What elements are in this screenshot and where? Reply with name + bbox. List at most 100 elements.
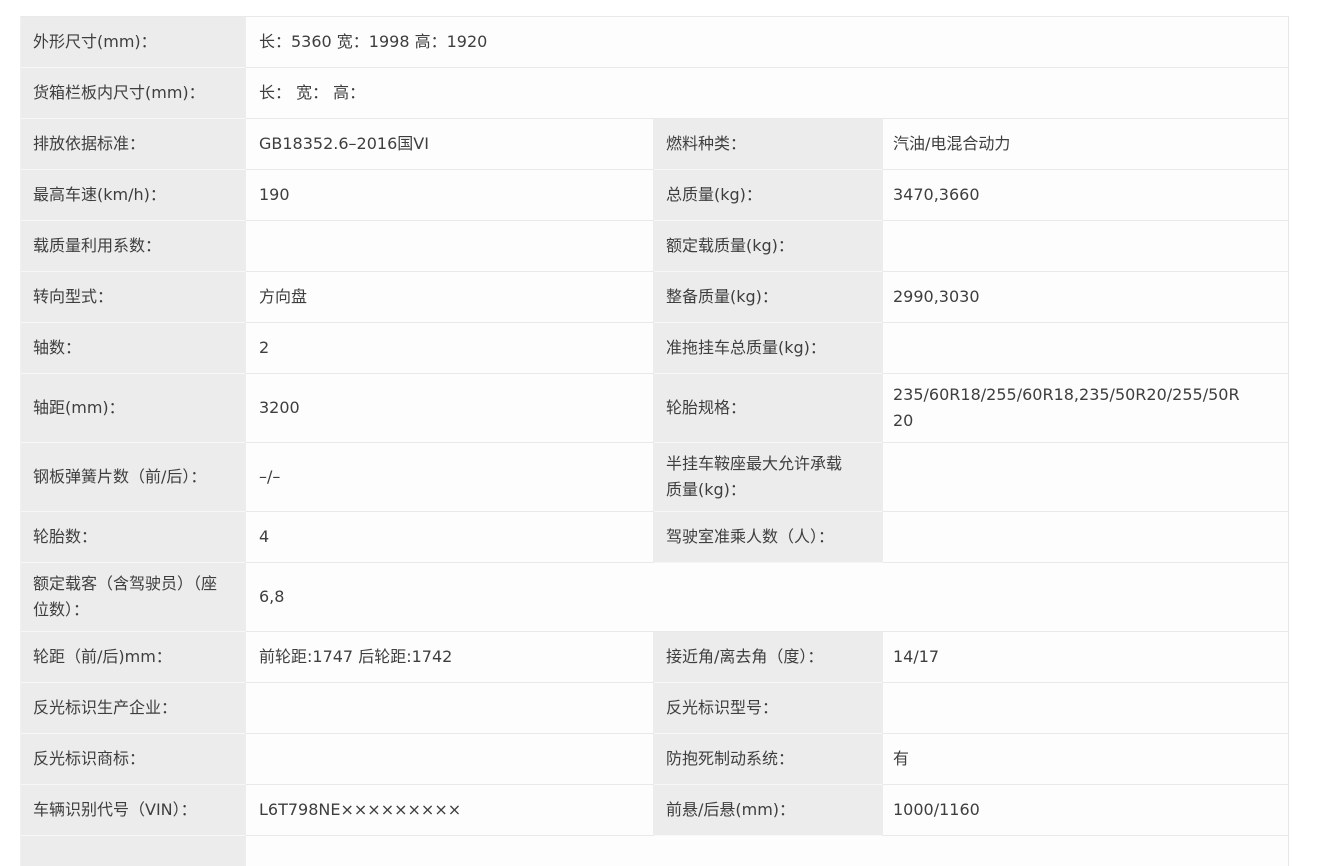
spec-label: 半挂车鞍座最大允许承载质量(kg)：	[654, 443, 883, 512]
table-row: 转向型式： 方向盘 整备质量(kg)： 2990,3030	[21, 272, 1288, 323]
cell-text: 轮胎数：	[33, 527, 98, 546]
cell-text: 驾驶室准乘人数（人）：	[666, 527, 835, 546]
cell-text: 前悬/后悬(mm)：	[666, 800, 796, 819]
spec-label: 总质量(kg)：	[654, 170, 883, 221]
spec-label: 轮胎规格：	[654, 374, 883, 443]
spec-label: 车辆识别代号（VIN）：	[21, 785, 246, 836]
cell-text: 反光标识商标：	[33, 749, 146, 768]
spec-value	[246, 221, 654, 272]
cell-text: 接近角/离去角（度）：	[666, 647, 824, 666]
vehicle-spec-table: 外形尺寸(mm)： 长：5360 宽：1998 高：1920 货箱栏板内尺寸(mm)…	[20, 16, 1289, 866]
cell-text: 轴数：	[33, 338, 82, 357]
cell-text: 2	[259, 338, 270, 357]
spec-label: 准拖挂车总质量(kg)：	[654, 323, 883, 374]
spec-value: 方向盘	[246, 272, 654, 323]
cell-text: 长：5360 宽：1998 高：1920	[259, 32, 488, 51]
cell-text: 转向型式：	[33, 287, 114, 306]
table-row: 外形尺寸(mm)： 长：5360 宽：1998 高：1920	[21, 17, 1288, 68]
table-row	[21, 836, 1288, 866]
spec-value: GB18352.6–2016国VI	[246, 119, 654, 170]
spec-value: 汽油/电混合动力	[883, 119, 1288, 170]
cell-text: 额定载客（含驾驶员）（座位数）：	[33, 574, 218, 619]
cell-text: 235/60R18/255/60R18,235/50R20/255/50R20	[893, 385, 1240, 430]
table-row: 最高车速(km/h)： 190 总质量(kg)： 3470,3660	[21, 170, 1288, 221]
cell-text: –/–	[259, 467, 281, 486]
cell-text: 燃料种类：	[666, 134, 747, 153]
spec-value: 1000/1160	[883, 785, 1288, 836]
cell-text: 半挂车鞍座最大允许承载质量(kg)：	[666, 454, 843, 499]
spec-label	[21, 836, 246, 866]
cell-text: 轮胎规格：	[666, 398, 747, 417]
spec-label: 转向型式：	[21, 272, 246, 323]
table-row: 车辆识别代号（VIN）： L6T798NE××××××××× 前悬/后悬(mm)： 1…	[21, 785, 1288, 836]
table-row: 轮距（前/后)mm： 前轮距:1747 后轮距:1742 接近角/离去角（度）： 14…	[21, 632, 1288, 683]
spec-value: 2990,3030	[883, 272, 1288, 323]
cell-text: 反光标识生产企业：	[33, 698, 178, 717]
spec-value: 14/17	[883, 632, 1288, 683]
spec-value	[246, 683, 654, 734]
cell-text: 排放依据标准：	[33, 134, 146, 153]
spec-label: 轮胎数：	[21, 512, 246, 563]
spec-value: 有	[883, 734, 1288, 785]
spec-label: 额定载质量(kg)：	[654, 221, 883, 272]
cell-text: 有	[893, 749, 910, 768]
spec-value: 4	[246, 512, 654, 563]
table-row: 载质量利用系数： 额定载质量(kg)：	[21, 221, 1288, 272]
spec-value	[246, 836, 1288, 866]
cell-text: 外形尺寸(mm)：	[33, 32, 157, 51]
cell-text: 汽油/电混合动力	[893, 134, 1011, 153]
spec-label: 驾驶室准乘人数（人）：	[654, 512, 883, 563]
table-row: 钢板弹簧片数（前/后）： –/– 半挂车鞍座最大允许承载质量(kg)：	[21, 443, 1288, 512]
spec-label: 最高车速(km/h)：	[21, 170, 246, 221]
spec-value: 长：5360 宽：1998 高：1920	[246, 17, 1288, 68]
spec-label: 货箱栏板内尺寸(mm)：	[21, 68, 246, 119]
cell-text: 货箱栏板内尺寸(mm)：	[33, 83, 205, 102]
spec-value: 前轮距:1747 后轮距:1742	[246, 632, 654, 683]
cell-text: 整备质量(kg)：	[666, 287, 778, 306]
spec-label: 整备质量(kg)：	[654, 272, 883, 323]
spec-value: 190	[246, 170, 654, 221]
table-row: 额定载客（含驾驶员）（座位数）： 6,8	[21, 563, 1288, 632]
cell-text: 轮距（前/后)mm：	[33, 647, 172, 666]
spec-label: 轴距(mm)：	[21, 374, 246, 443]
cell-text: 额定载质量(kg)：	[666, 236, 794, 255]
cell-text: 6,8	[259, 587, 285, 606]
spec-label: 钢板弹簧片数（前/后）：	[21, 443, 246, 512]
table-row: 排放依据标准： GB18352.6–2016国VI 燃料种类： 汽油/电混合动力	[21, 119, 1288, 170]
spec-value: –/–	[246, 443, 654, 512]
cell-text: 前轮距:1747 后轮距:1742	[259, 647, 453, 666]
cell-text: 载质量利用系数：	[33, 236, 162, 255]
spec-label: 排放依据标准：	[21, 119, 246, 170]
spec-label: 轮距（前/后)mm：	[21, 632, 246, 683]
spec-value: 6,8	[246, 563, 1288, 632]
cell-text: 反光标识型号：	[666, 698, 779, 717]
cell-text: 1000/1160	[893, 800, 980, 819]
cell-text: 4	[259, 527, 270, 546]
table-row: 反光标识商标： 防抱死制动系统： 有	[21, 734, 1288, 785]
spec-label: 反光标识型号：	[654, 683, 883, 734]
cell-text: 3200	[259, 398, 300, 417]
spec-label: 燃料种类：	[654, 119, 883, 170]
spec-value: 2	[246, 323, 654, 374]
spec-value	[883, 443, 1288, 512]
table-row: 轴距(mm)： 3200 轮胎规格： 235/60R18/255/60R18,235/…	[21, 374, 1288, 443]
table-row: 轴数： 2 准拖挂车总质量(kg)：	[21, 323, 1288, 374]
table-row: 轮胎数： 4 驾驶室准乘人数（人）：	[21, 512, 1288, 563]
table-row: 货箱栏板内尺寸(mm)： 长： 宽： 高：	[21, 68, 1288, 119]
cell-text: 14/17	[893, 647, 940, 666]
cell-text: 钢板弹簧片数（前/后）：	[33, 467, 207, 486]
spec-label: 载质量利用系数：	[21, 221, 246, 272]
cell-text: GB18352.6–2016国VI	[259, 134, 429, 153]
cell-text: 总质量(kg)：	[666, 185, 762, 204]
cell-text: 长： 宽： 高：	[259, 83, 366, 102]
spec-value: L6T798NE×××××××××	[246, 785, 654, 836]
spec-label: 防抱死制动系统：	[654, 734, 883, 785]
spec-value	[883, 221, 1288, 272]
spec-value: 235/60R18/255/60R18,235/50R20/255/50R20	[883, 374, 1288, 443]
cell-text: 190	[259, 185, 290, 204]
spec-label: 额定载客（含驾驶员）（座位数）：	[21, 563, 246, 632]
spec-label: 反光标识生产企业：	[21, 683, 246, 734]
spec-value	[883, 683, 1288, 734]
cell-text: 轴距(mm)：	[33, 398, 125, 417]
spec-value: 3470,3660	[883, 170, 1288, 221]
